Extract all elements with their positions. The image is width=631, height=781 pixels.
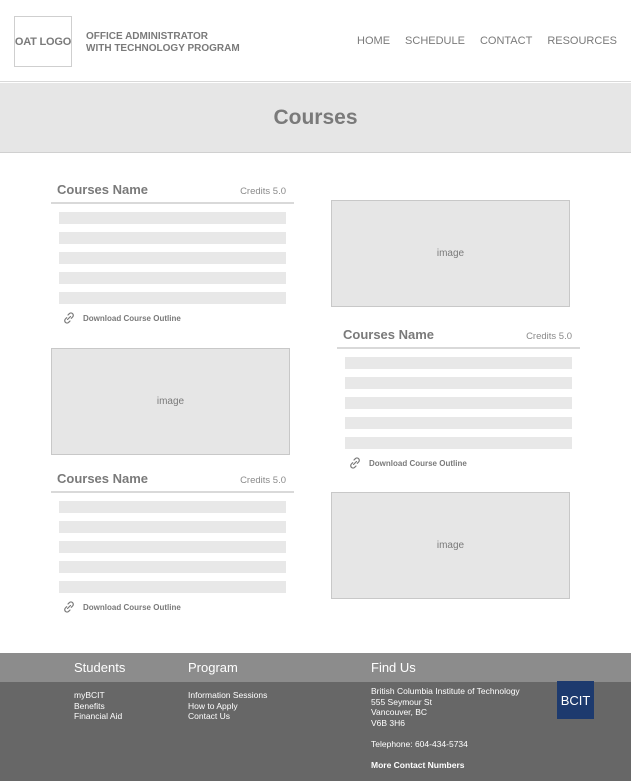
footer-students-links: myBCIT Benefits Financial Aid xyxy=(74,690,122,722)
page-hero: Courses xyxy=(0,83,631,153)
footer-address: British Columbia Institute of Technology… xyxy=(371,686,520,728)
text-placeholder-line xyxy=(345,437,572,449)
nav-resources[interactable]: RESOURCES xyxy=(547,35,617,47)
footer-link-information-sessions[interactable]: Information Sessions xyxy=(188,690,267,701)
address-line: 555 Seymour St xyxy=(371,696,432,707)
download-label: Download Course Outline xyxy=(83,602,181,612)
download-label: Download Course Outline xyxy=(369,458,467,468)
course-header: Courses Name Credits 5.0 xyxy=(51,469,294,493)
footer-find-us-heading: Find Us xyxy=(371,660,416,675)
text-placeholder-line xyxy=(59,561,286,573)
address-line: V6B 3H6 xyxy=(371,717,406,728)
download-label: Download Course Outline xyxy=(83,313,181,323)
image-label: image xyxy=(436,540,465,551)
course-name: Courses Name xyxy=(343,327,435,342)
address-line: Vancouver, BC xyxy=(371,707,428,717)
text-placeholder-line xyxy=(345,417,572,429)
text-placeholder-line xyxy=(59,292,286,304)
main-nav: HOME SCHEDULE CONTACT RESOURCES xyxy=(357,35,617,47)
link-icon xyxy=(64,312,74,324)
image-placeholder: image xyxy=(331,492,570,599)
program-title-line2: WITH TECHNOLOGY PROGRAM xyxy=(86,43,240,54)
course-description-placeholder xyxy=(337,349,580,449)
address-line: British Columbia Institute of Technology xyxy=(371,686,520,696)
link-icon xyxy=(64,601,74,613)
image-placeholder: image xyxy=(51,348,290,455)
text-placeholder-line xyxy=(59,272,286,284)
course-credits: Credits 5.0 xyxy=(240,186,286,197)
text-placeholder-line xyxy=(59,252,286,264)
text-placeholder-line xyxy=(59,581,286,593)
program-title: OFFICE ADMINISTRATOR WITH TECHNOLOGY PRO… xyxy=(86,31,240,55)
footer-link-financial-aid[interactable]: Financial Aid xyxy=(74,711,122,722)
text-placeholder-line xyxy=(345,377,572,389)
footer-program-heading: Program xyxy=(188,660,238,675)
oat-logo[interactable]: OAT LOGO xyxy=(14,16,72,67)
nav-contact[interactable]: CONTACT xyxy=(480,35,532,47)
footer-telephone: Telephone: 604-434-5734 xyxy=(371,739,468,749)
link-icon xyxy=(350,457,360,469)
text-placeholder-line xyxy=(59,212,286,224)
course-description-placeholder xyxy=(51,204,294,304)
program-title-line1: OFFICE ADMINISTRATOR xyxy=(86,31,209,42)
text-placeholder-line xyxy=(59,541,286,553)
text-placeholder-line xyxy=(59,501,286,513)
course-card: Courses Name Credits 5.0 Download Course… xyxy=(337,325,580,469)
course-name: Courses Name xyxy=(57,471,149,486)
footer-link-mybcit[interactable]: myBCIT xyxy=(74,690,122,701)
nav-schedule[interactable]: SCHEDULE xyxy=(405,35,465,47)
image-label: image xyxy=(156,396,185,407)
footer-link-contact-us[interactable]: Contact Us xyxy=(188,711,267,722)
course-card: Courses Name Credits 5.0 Download Course… xyxy=(51,180,294,324)
download-course-outline-link[interactable]: Download Course Outline xyxy=(349,457,580,469)
footer-students-heading: Students xyxy=(74,660,126,675)
nav-home[interactable]: HOME xyxy=(357,35,390,47)
text-placeholder-line xyxy=(345,397,572,409)
course-description-placeholder xyxy=(51,493,294,593)
download-course-outline-link[interactable]: Download Course Outline xyxy=(63,601,294,613)
site-header: OAT LOGO OFFICE ADMINISTRATOR WITH TECHN… xyxy=(0,0,631,82)
more-contact-numbers-link[interactable]: More Contact Numbers xyxy=(371,760,465,771)
footer-program-links: Information Sessions How to Apply Contac… xyxy=(188,690,267,722)
course-name: Courses Name xyxy=(57,182,149,197)
page-title: Courses xyxy=(273,105,358,129)
course-card: Courses Name Credits 5.0 Download Course… xyxy=(51,469,294,613)
image-label: image xyxy=(436,248,465,259)
text-placeholder-line xyxy=(59,521,286,533)
course-header: Courses Name Credits 5.0 xyxy=(51,180,294,204)
text-placeholder-line xyxy=(345,357,572,369)
course-credits: Credits 5.0 xyxy=(526,331,572,342)
footer-link-how-to-apply[interactable]: How to Apply xyxy=(188,701,267,712)
bcit-logo[interactable]: BCIT xyxy=(557,681,594,719)
footer-link-benefits[interactable]: Benefits xyxy=(74,701,122,712)
text-placeholder-line xyxy=(59,232,286,244)
course-credits: Credits 5.0 xyxy=(240,475,286,486)
image-placeholder: image xyxy=(331,200,570,307)
course-header: Courses Name Credits 5.0 xyxy=(337,325,580,349)
download-course-outline-link[interactable]: Download Course Outline xyxy=(63,312,294,324)
